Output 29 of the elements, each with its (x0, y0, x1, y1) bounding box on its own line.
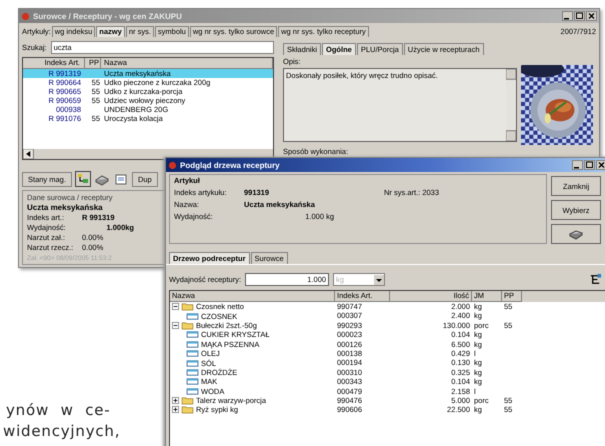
window-title: Podgląd drzewa receptury (180, 160, 280, 170)
text-line: widencyjnych, (3, 421, 120, 442)
item-icon (186, 330, 199, 340)
item-icon (186, 349, 199, 358)
window-title: Surowce / Receptury - wg cen ZAKUPU (33, 12, 182, 20)
app-icon (168, 160, 177, 170)
app-icon (21, 12, 30, 20)
item-icon (186, 358, 199, 368)
folder-icon (181, 320, 194, 330)
item-icon (186, 386, 199, 396)
expander-icon[interactable] (172, 303, 179, 310)
item-icon (186, 368, 199, 377)
minimize-icon[interactable] (572, 160, 583, 170)
print-button[interactable] (551, 224, 601, 244)
item-icon (186, 377, 199, 386)
item-icon (186, 312, 199, 321)
text-line: ynów w ce- (6, 400, 111, 421)
expander-icon[interactable] (172, 406, 179, 414)
article-name: Uczta meksykańska (27, 203, 103, 212)
scrollbar[interactable] (23, 149, 273, 159)
caret-icon[interactable] (374, 274, 384, 284)
expander-icon[interactable] (172, 397, 179, 404)
scrollbar[interactable] (506, 69, 516, 141)
folder-icon (181, 405, 194, 414)
close-icon[interactable] (596, 160, 605, 170)
item-icon (186, 340, 199, 349)
expander-icon[interactable] (172, 322, 179, 329)
folder-icon (181, 396, 194, 406)
maximize-icon[interactable] (584, 160, 595, 170)
